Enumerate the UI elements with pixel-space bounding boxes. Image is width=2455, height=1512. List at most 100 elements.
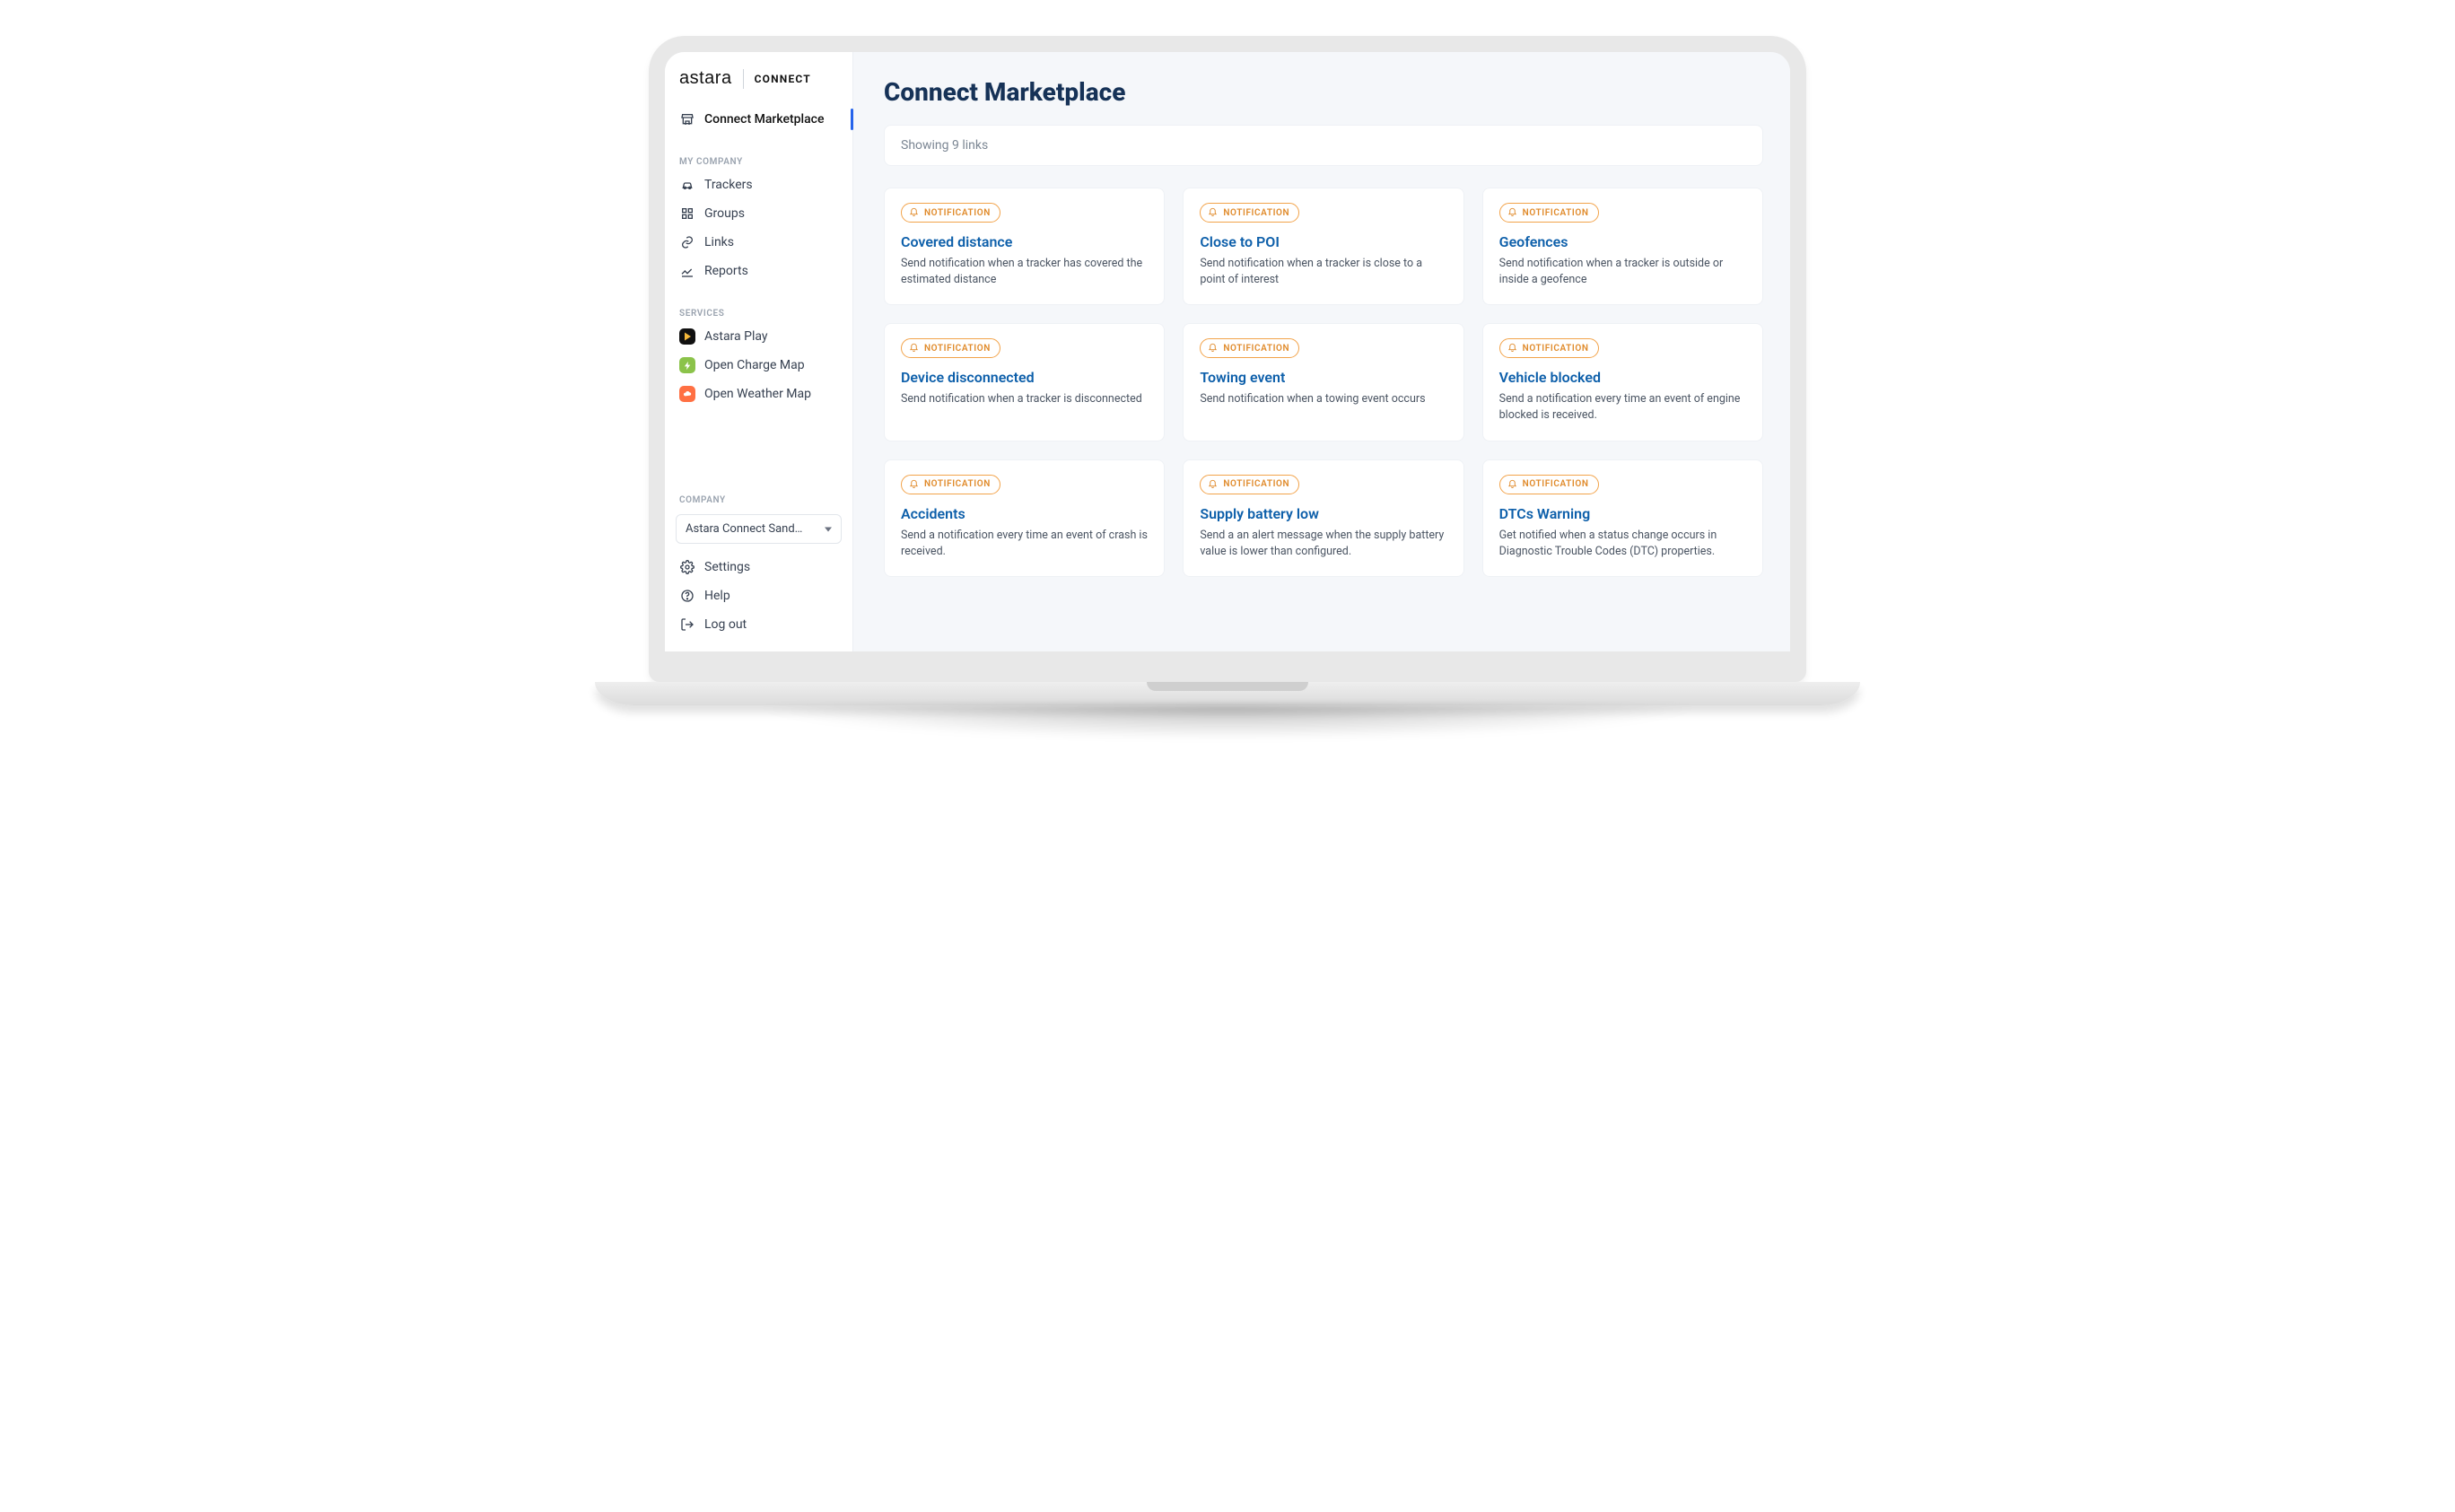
link-icon: [679, 234, 695, 250]
sidebar-item-label: Help: [704, 589, 838, 603]
badge-label: NOTIFICATION: [1523, 344, 1589, 354]
sidebar-item-label: Open Charge Map: [704, 358, 838, 372]
results-count-text: Showing 9 links: [901, 138, 988, 153]
company-select-value: Astara Connect Sand…: [686, 522, 802, 536]
cards-grid: NOTIFICATION Covered distance Send notific…: [884, 188, 1763, 577]
card-title: Geofences: [1499, 233, 1746, 250]
open-weather-map-icon: [679, 386, 695, 402]
bell-icon: [1208, 478, 1218, 491]
notification-badge: NOTIFICATION: [1499, 338, 1599, 358]
badge-label: NOTIFICATION: [924, 479, 991, 489]
marketplace-card[interactable]: NOTIFICATION Covered distance Send notific…: [884, 188, 1165, 305]
sidebar-item-label: Trackers: [704, 178, 838, 192]
laptop-screen: astara CONNECT Connect Marketplace MY CO…: [649, 36, 1806, 682]
sidebar-item-help[interactable]: Help: [665, 581, 852, 610]
nav-heading-my-company: MY COMPANY: [665, 144, 852, 170]
marketplace-card[interactable]: NOTIFICATION Towing event Send notificatio…: [1183, 323, 1463, 441]
badge-label: NOTIFICATION: [1223, 208, 1289, 218]
badge-label: NOTIFICATION: [1523, 479, 1589, 489]
card-title: DTCs Warning: [1499, 505, 1746, 522]
chart-line-icon: [679, 263, 695, 279]
card-title: Towing event: [1200, 369, 1446, 386]
bell-icon: [1507, 206, 1517, 219]
nav-section-my-company: MY COMPANY Trackers Groups: [665, 139, 852, 291]
marketplace-card[interactable]: NOTIFICATION DTCs Warning Get notified whe…: [1482, 459, 1763, 577]
card-title: Covered distance: [901, 233, 1148, 250]
sidebar-item-label: Log out: [704, 617, 838, 632]
card-title: Close to POI: [1200, 233, 1446, 250]
card-title: Supply battery low: [1200, 505, 1446, 522]
sidebar-item-trackers[interactable]: Trackers: [665, 170, 852, 199]
badge-label: NOTIFICATION: [1223, 344, 1289, 354]
brand-secondary: CONNECT: [755, 73, 811, 85]
sidebar-item-logout[interactable]: Log out: [665, 610, 852, 639]
bell-icon: [909, 342, 919, 354]
notification-badge: NOTIFICATION: [1499, 475, 1599, 494]
logout-icon: [679, 616, 695, 633]
nav-section-top: Connect Marketplace: [665, 100, 852, 139]
sidebar-item-label: Groups: [704, 206, 838, 221]
card-description: Get notified when a status change occurs…: [1499, 528, 1746, 560]
card-description: Send notification when a tracker is clos…: [1200, 256, 1446, 288]
notification-badge: NOTIFICATION: [1200, 203, 1299, 223]
sidebar-item-open-weather-map[interactable]: Open Weather Map: [665, 380, 852, 408]
car-icon: [679, 177, 695, 193]
card-description: Send notification when a tracker has cov…: [901, 256, 1148, 288]
sidebar-item-groups[interactable]: Groups: [665, 199, 852, 228]
card-title: Vehicle blocked: [1499, 369, 1746, 386]
open-charge-map-icon: [679, 357, 695, 373]
badge-label: NOTIFICATION: [924, 208, 991, 218]
bell-icon: [1208, 342, 1218, 354]
results-count-bar: Showing 9 links: [884, 125, 1763, 166]
bell-icon: [1507, 478, 1517, 491]
grid-icon: [679, 205, 695, 222]
app-root: astara CONNECT Connect Marketplace MY CO…: [665, 52, 1790, 651]
marketplace-card[interactable]: NOTIFICATION Geofences Send notification w…: [1482, 188, 1763, 305]
sidebar: astara CONNECT Connect Marketplace MY CO…: [665, 52, 853, 651]
notification-badge: NOTIFICATION: [901, 475, 1000, 494]
card-description: Send notification when a towing event oc…: [1200, 391, 1446, 407]
marketplace-card[interactable]: NOTIFICATION Close to POI Send notificatio…: [1183, 188, 1463, 305]
marketplace-card[interactable]: NOTIFICATION Device disconnected Send noti…: [884, 323, 1165, 441]
marketplace-card[interactable]: NOTIFICATION Accidents Send a notification…: [884, 459, 1165, 577]
nav-section-services: SERVICES Astara Play Open Charge Map: [665, 291, 852, 414]
company-select[interactable]: Astara Connect Sand…: [676, 514, 842, 544]
help-icon: [679, 588, 695, 604]
notification-badge: NOTIFICATION: [901, 338, 1000, 358]
astara-play-icon: [679, 328, 695, 345]
card-title: Device disconnected: [901, 369, 1148, 386]
sidebar-item-label: Settings: [704, 560, 838, 574]
card-description: Send a notification every time an event …: [901, 528, 1148, 560]
notification-badge: NOTIFICATION: [901, 203, 1000, 223]
sidebar-item-connect-marketplace[interactable]: Connect Marketplace: [665, 105, 852, 134]
sidebar-bottom: COMPANY Astara Connect Sand… Settings: [665, 483, 852, 651]
sidebar-item-links[interactable]: Links: [665, 228, 852, 257]
store-icon: [679, 111, 695, 127]
marketplace-card[interactable]: NOTIFICATION Supply battery low Send a an …: [1183, 459, 1463, 577]
badge-label: NOTIFICATION: [924, 344, 991, 354]
sidebar-item-label: Links: [704, 235, 838, 249]
card-description: Send a an alert message when the supply …: [1200, 528, 1446, 560]
card-description: Send notification when a tracker is disc…: [901, 391, 1148, 407]
marketplace-card[interactable]: NOTIFICATIONVehicle blockedSend a notifi…: [1482, 323, 1763, 441]
sidebar-item-astara-play[interactable]: Astara Play: [665, 322, 852, 351]
card-description: Send notification when a tracker is outs…: [1499, 256, 1746, 288]
sidebar-item-reports[interactable]: Reports: [665, 257, 852, 285]
main-content: Connect Marketplace Showing 9 links NOTI…: [853, 52, 1790, 651]
notification-badge: NOTIFICATION: [1499, 203, 1599, 223]
sidebar-item-label: Astara Play: [704, 329, 838, 344]
gear-icon: [679, 559, 695, 575]
bell-icon: [1208, 206, 1218, 219]
nav-heading-company: COMPANY: [665, 483, 852, 509]
notification-badge: NOTIFICATION: [1200, 338, 1299, 358]
bell-icon: [909, 478, 919, 491]
laptop-shadow: [613, 705, 1842, 759]
nav-heading-services: SERVICES: [665, 296, 852, 322]
sidebar-item-settings[interactable]: Settings: [665, 553, 852, 581]
card-title: Accidents: [901, 505, 1148, 522]
bell-icon: [909, 206, 919, 219]
sidebar-item-open-charge-map[interactable]: Open Charge Map: [665, 351, 852, 380]
badge-label: NOTIFICATION: [1223, 479, 1289, 489]
sidebar-item-label: Open Weather Map: [704, 387, 838, 401]
notification-badge: NOTIFICATION: [1200, 475, 1299, 494]
